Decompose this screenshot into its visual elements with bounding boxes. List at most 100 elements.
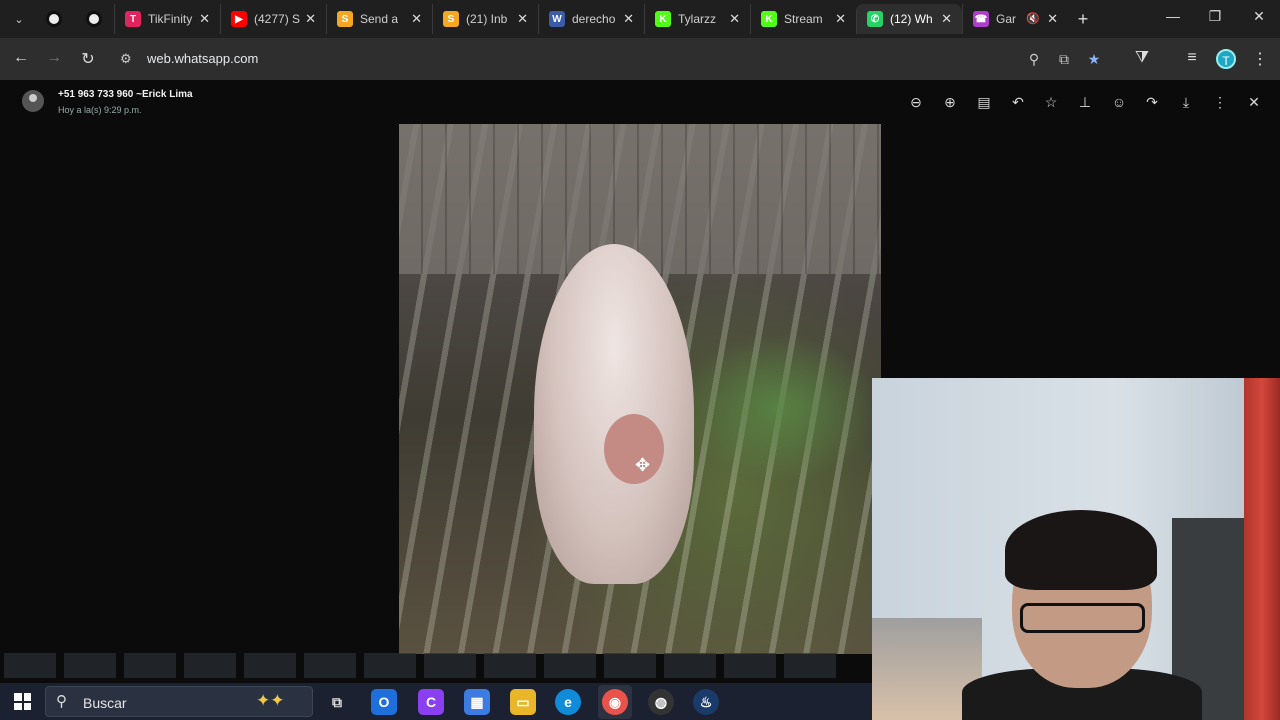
- tab-close-icon[interactable]: ✕: [199, 11, 210, 27]
- media-thumbnail[interactable]: [724, 653, 776, 678]
- media-thumbnail[interactable]: [4, 653, 56, 678]
- avatar[interactable]: [22, 90, 44, 112]
- tab-title: derecho: [572, 12, 616, 26]
- zoom-in-icon[interactable]: ⊕: [939, 94, 961, 114]
- photo-subject: [534, 244, 694, 584]
- media-controls-icon[interactable]: ≡: [1180, 49, 1204, 67]
- media-thumbnail[interactable]: [304, 653, 356, 678]
- browser-tab[interactable]: K Tylarzz ✕: [644, 4, 750, 34]
- minimize-button[interactable]: —: [1158, 8, 1188, 24]
- store-icon[interactable]: ▦: [464, 689, 490, 715]
- photo-subject-detail: [604, 414, 664, 484]
- task-view-icon[interactable]: ⧉: [324, 689, 350, 715]
- extensions-icon[interactable]: ⧩: [1130, 49, 1154, 67]
- close-window-button[interactable]: ✕: [1244, 8, 1274, 25]
- browser-tab[interactable]: S (21) Inb ✕: [432, 4, 538, 34]
- star-icon[interactable]: ☆: [1040, 94, 1062, 114]
- tab-search-button[interactable]: ⌄: [4, 6, 34, 32]
- tab-close-icon[interactable]: ✕: [517, 11, 528, 27]
- tab-favicon-icon: ☎: [973, 11, 989, 27]
- tab-favicon-icon: ✆: [867, 11, 883, 27]
- tab-favicon-icon: S: [443, 11, 459, 27]
- browser-tab[interactable]: ✆ (12) Wh ✕: [856, 4, 962, 34]
- site-info-icon[interactable]: ⚙: [120, 51, 132, 67]
- media-thumbnail[interactable]: [664, 653, 716, 678]
- browser-tab[interactable]: K Stream ✕: [750, 4, 856, 34]
- media-thumbnail[interactable]: [244, 653, 296, 678]
- new-tab-button[interactable]: +: [1068, 9, 1098, 30]
- tab-close-icon[interactable]: ✕: [411, 11, 422, 27]
- pin-icon[interactable]: ⊥: [1074, 94, 1096, 114]
- tab-close-icon[interactable]: ✕: [835, 11, 846, 27]
- media-image[interactable]: [399, 124, 881, 654]
- tab-muted-icon[interactable]: 🔇: [1026, 12, 1040, 25]
- steam-icon[interactable]: ♨: [693, 689, 719, 715]
- browser-menu-icon[interactable]: ⋮: [1248, 49, 1272, 69]
- go-to-message-icon[interactable]: ▤: [973, 94, 995, 114]
- sender-name[interactable]: +51 963 733 960 ~Erick Lima: [58, 89, 193, 100]
- media-thumbnail[interactable]: [484, 653, 536, 678]
- file-explorer-icon[interactable]: ▭: [510, 689, 536, 715]
- bookmark-star-icon[interactable]: ★: [1084, 51, 1104, 68]
- tab-close-icon[interactable]: ✕: [729, 11, 740, 27]
- back-button[interactable]: ←: [9, 49, 33, 67]
- browser-tab[interactable]: ▶ (4277) S ✕: [220, 4, 326, 34]
- copilot-sparkle-icon[interactable]: ✦✦: [256, 691, 285, 711]
- outlook-icon[interactable]: O: [371, 689, 397, 715]
- tab-close-icon[interactable]: ✕: [305, 11, 316, 27]
- tab-favicon-icon: S: [337, 11, 353, 27]
- close-icon[interactable]: ✕: [1243, 94, 1265, 114]
- browser-tab[interactable]: S Send a ✕: [326, 4, 432, 34]
- zoom-icon[interactable]: ⚲: [1024, 51, 1044, 68]
- media-thumbnail[interactable]: [64, 653, 116, 678]
- reply-icon[interactable]: ↶: [1007, 94, 1029, 114]
- menu-icon[interactable]: ⋮: [1209, 94, 1231, 114]
- zoom-out-icon[interactable]: ⊖: [905, 94, 927, 114]
- forward-button[interactable]: →: [42, 49, 66, 67]
- copilot-icon[interactable]: C: [418, 689, 444, 715]
- profile-avatar[interactable]: T: [1216, 49, 1236, 69]
- media-thumbnail[interactable]: [784, 653, 836, 678]
- tab-close-icon[interactable]: ✕: [1047, 11, 1058, 27]
- url-text[interactable]: web.whatsapp.com: [147, 51, 258, 66]
- tab-close-icon[interactable]: ✕: [623, 11, 634, 27]
- reload-button[interactable]: ↻: [76, 49, 100, 69]
- tab-close-icon[interactable]: ✕: [941, 11, 952, 27]
- tab-title: Tylarzz: [678, 12, 717, 26]
- media-thumbnail[interactable]: [424, 653, 476, 678]
- search-input[interactable]: Buscar: [83, 695, 127, 711]
- windows-start-icon[interactable]: [14, 693, 31, 710]
- restore-button[interactable]: ❐: [1200, 8, 1230, 25]
- media-thumbnail[interactable]: [604, 653, 656, 678]
- media-thumbnail[interactable]: [124, 653, 176, 678]
- browser-tab[interactable]: ☎ Gar 🔇 ✕: [962, 4, 1068, 34]
- pinned-tab[interactable]: [34, 4, 74, 34]
- taskbar-search-box[interactable]: ⚲ Buscar ✦✦: [45, 686, 313, 717]
- media-thumbnail[interactable]: [184, 653, 236, 678]
- tab-title: TikFinity: [148, 12, 193, 26]
- pinned-tab[interactable]: [74, 4, 114, 34]
- tab-title: (12) Wh: [890, 12, 933, 26]
- obs-icon[interactable]: ◍: [648, 689, 674, 715]
- photo-grass: [679, 334, 879, 484]
- tab-favicon-icon: K: [655, 11, 671, 27]
- search-icon: ⚲: [56, 693, 67, 710]
- media-thumbnail[interactable]: [364, 653, 416, 678]
- react-icon[interactable]: ☺: [1108, 94, 1130, 114]
- browser-tab[interactable]: T TikFinity ✕: [114, 4, 220, 34]
- forward-icon[interactable]: ↷: [1141, 94, 1163, 114]
- edge-icon[interactable]: e: [555, 689, 581, 715]
- chrome-icon[interactable]: ◉: [598, 685, 632, 719]
- webcam-person-glasses: [1020, 603, 1145, 633]
- browser-tab[interactable]: Wderecho ✕: [538, 4, 644, 34]
- install-app-icon[interactable]: ⧉: [1054, 51, 1074, 68]
- address-bar[interactable]: ⚙ web.whatsapp.com ⚲ ⧉ ★: [110, 43, 1110, 75]
- tab-favicon-icon: K: [761, 11, 777, 27]
- tab-favicon-icon: ▶: [231, 11, 247, 27]
- download-icon[interactable]: ⤓: [1175, 94, 1197, 114]
- media-thumbnail[interactable]: [544, 653, 596, 678]
- tab-title: (4277) S: [254, 12, 301, 26]
- tab-title: (21) Inb: [466, 12, 508, 26]
- message-timestamp: Hoy a la(s) 9:29 p.m.: [58, 105, 142, 115]
- tab-title: Send a: [360, 12, 399, 26]
